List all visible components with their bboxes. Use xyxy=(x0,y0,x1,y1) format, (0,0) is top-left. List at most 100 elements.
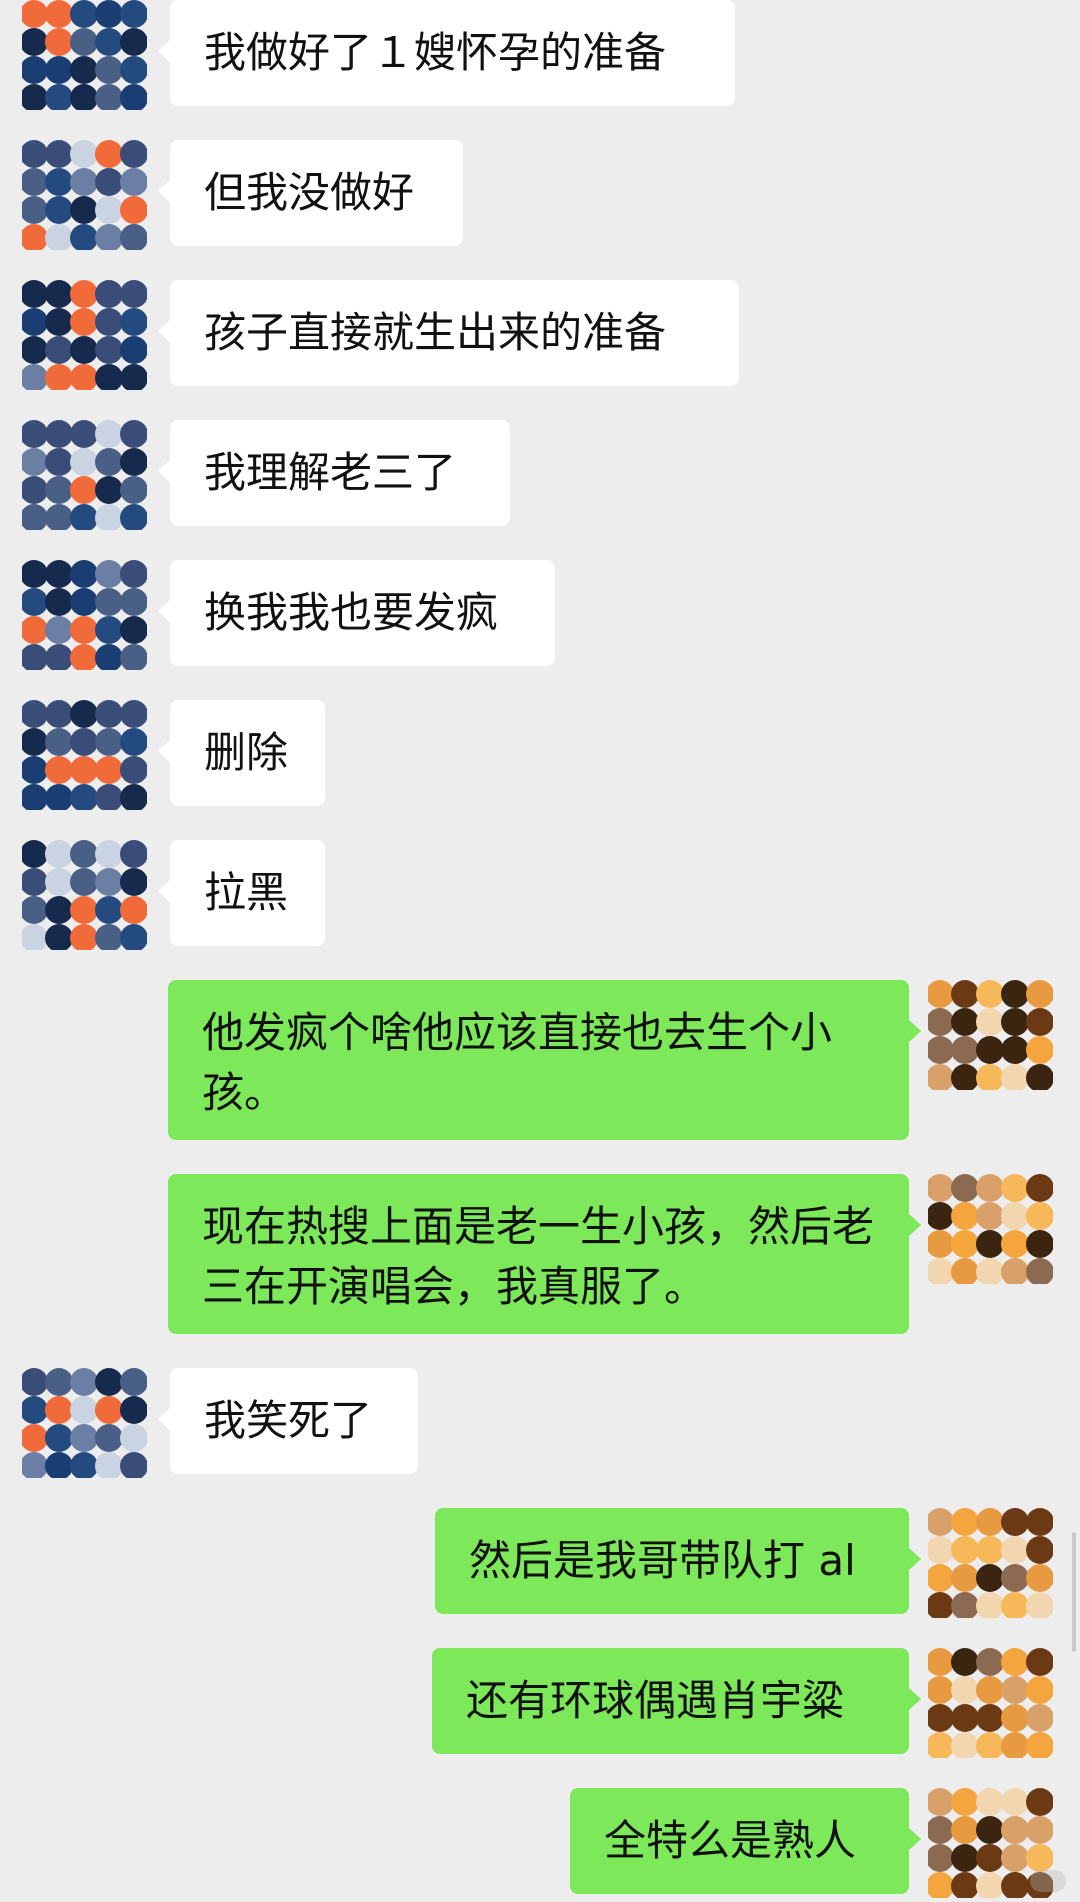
avatar-mosaic-cell xyxy=(120,504,147,530)
avatar-mosaic-cell xyxy=(1026,1732,1053,1758)
avatar-mosaic-cell xyxy=(1026,1258,1053,1284)
message-bubble[interactable]: 换我我也要发疯 xyxy=(158,560,555,666)
message-bubble[interactable]: 删除 xyxy=(158,700,325,806)
message-bubble[interactable]: 但我没做好 xyxy=(158,140,463,246)
avatar-mosaic-cell xyxy=(951,1648,979,1676)
message-bubble[interactable]: 他发疯个啥他应该直接也去生个小孩。 xyxy=(168,980,921,1140)
avatar-mosaic-cell xyxy=(120,56,147,84)
message-bubble[interactable]: 然后是我哥带队打 al xyxy=(435,1508,921,1614)
avatar-mosaic-cell xyxy=(120,140,147,168)
avatar-mosaic-cell xyxy=(70,336,98,364)
avatar-mosaic-cell xyxy=(95,476,123,504)
contact-avatar[interactable] xyxy=(22,280,147,390)
avatar-mosaic-cell xyxy=(1026,1788,1053,1816)
avatar-mosaic-cell xyxy=(45,364,73,390)
avatar-mosaic-cell xyxy=(976,1676,1004,1704)
avatar-mosaic-cell xyxy=(120,364,147,390)
avatar-mosaic-cell xyxy=(976,1704,1004,1732)
self-avatar[interactable] xyxy=(928,1174,1053,1284)
contact-avatar[interactable] xyxy=(22,840,147,950)
avatar-mosaic-cell xyxy=(951,1676,979,1704)
avatar-mosaic-cell xyxy=(95,224,123,250)
avatar-mosaic-cell xyxy=(45,560,73,588)
chat-window[interactable]: 我做好了１嫂怀孕的准备 但我没做好 孩子直接就生出来的准备 我理解老三了 换我我… xyxy=(0,0,1080,1902)
avatar-mosaic-cell xyxy=(1001,1536,1029,1564)
avatar-mosaic-cell xyxy=(45,140,73,168)
avatar-mosaic-cell xyxy=(1001,1704,1029,1732)
avatar-mosaic-cell xyxy=(120,0,147,28)
avatar-mosaic-cell xyxy=(45,588,73,616)
avatar-mosaic-cell xyxy=(70,280,98,308)
avatar-mosaic-cell xyxy=(1026,1008,1053,1036)
avatar-mosaic-cell xyxy=(120,1368,147,1396)
avatar-mosaic-cell xyxy=(45,1368,73,1396)
avatar-mosaic-cell xyxy=(70,476,98,504)
avatar-mosaic-cell xyxy=(1026,1202,1053,1230)
avatar-mosaic-cell xyxy=(45,840,73,868)
self-avatar[interactable] xyxy=(928,1508,1053,1618)
contact-avatar[interactable] xyxy=(22,1368,147,1478)
avatar-mosaic-cell xyxy=(120,448,147,476)
avatar-mosaic-cell xyxy=(45,1424,73,1452)
avatar-mosaic-cell xyxy=(70,616,98,644)
message-bubble[interactable]: 孩子直接就生出来的准备 xyxy=(158,280,739,386)
avatar-mosaic-cell xyxy=(70,364,98,390)
contact-avatar[interactable] xyxy=(22,700,147,810)
avatar-mosaic-cell xyxy=(70,224,98,250)
contact-avatar[interactable] xyxy=(22,560,147,670)
avatar-mosaic-cell xyxy=(95,56,123,84)
avatar-mosaic-cell xyxy=(45,0,73,28)
avatar-mosaic-cell xyxy=(95,84,123,110)
avatar-mosaic-cell xyxy=(1001,1174,1029,1202)
avatar-mosaic-cell xyxy=(1001,1564,1029,1592)
message-bubble[interactable]: 拉黑 xyxy=(158,840,325,946)
scrollbar-thumb[interactable] xyxy=(1072,1532,1076,1652)
avatar-mosaic-cell xyxy=(95,616,123,644)
avatar-mosaic-cell xyxy=(951,1872,979,1898)
self-avatar[interactable] xyxy=(928,980,1053,1090)
contact-avatar[interactable] xyxy=(22,420,147,530)
avatar-mosaic-cell xyxy=(95,644,123,670)
avatar-mosaic-cell xyxy=(95,280,123,308)
avatar-mosaic-cell xyxy=(1001,1258,1029,1284)
avatar-mosaic-cell xyxy=(976,1732,1004,1758)
avatar-mosaic-cell xyxy=(120,168,147,196)
avatar-mosaic-cell xyxy=(45,728,73,756)
avatar-mosaic-cell xyxy=(70,700,98,728)
avatar-mosaic-cell xyxy=(120,28,147,56)
message-bubble[interactable]: 我笑死了 xyxy=(158,1368,418,1474)
message-bubble[interactable]: 现在热搜上面是老一生小孩，然后老三在开演唱会，我真服了。 xyxy=(168,1174,921,1334)
avatar-mosaic-cell xyxy=(120,700,147,728)
avatar-mosaic-cell xyxy=(120,1424,147,1452)
avatar-mosaic-cell xyxy=(70,896,98,924)
avatar-mosaic-cell xyxy=(1001,1202,1029,1230)
avatar-mosaic-cell xyxy=(45,784,73,810)
avatar-mosaic-cell xyxy=(1026,1816,1053,1844)
avatar-mosaic-cell xyxy=(120,756,147,784)
avatar-mosaic-cell xyxy=(95,700,123,728)
avatar-mosaic-cell xyxy=(1026,1230,1053,1258)
avatar-mosaic-cell xyxy=(976,1648,1004,1676)
message-bubble[interactable]: 还有环球偶遇肖宇粱 xyxy=(432,1648,921,1754)
message-bubble[interactable]: 我理解老三了 xyxy=(158,420,510,526)
avatar-mosaic-cell xyxy=(95,924,123,950)
avatar-mosaic-cell xyxy=(951,1064,979,1090)
avatar-mosaic-cell xyxy=(120,616,147,644)
avatar-mosaic-cell xyxy=(45,896,73,924)
avatar-mosaic-cell xyxy=(95,784,123,810)
avatar-mosaic-cell xyxy=(45,280,73,308)
avatar-mosaic-cell xyxy=(976,1064,1004,1090)
avatar-mosaic-cell xyxy=(70,56,98,84)
avatar-mosaic-cell xyxy=(70,196,98,224)
avatar-mosaic-cell xyxy=(1001,1230,1029,1258)
avatar-mosaic-cell xyxy=(120,420,147,448)
contact-avatar[interactable] xyxy=(22,140,147,250)
message-bubble[interactable]: 全特么是熟人 xyxy=(570,1788,921,1894)
avatar-mosaic-cell xyxy=(120,560,147,588)
message-bubble[interactable]: 我做好了１嫂怀孕的准备 xyxy=(158,0,735,106)
self-avatar[interactable] xyxy=(928,1648,1053,1758)
avatar-mosaic-cell xyxy=(120,476,147,504)
avatar-mosaic-cell xyxy=(1001,1592,1029,1618)
avatar-mosaic-cell xyxy=(976,1508,1004,1536)
contact-avatar[interactable] xyxy=(22,0,147,110)
